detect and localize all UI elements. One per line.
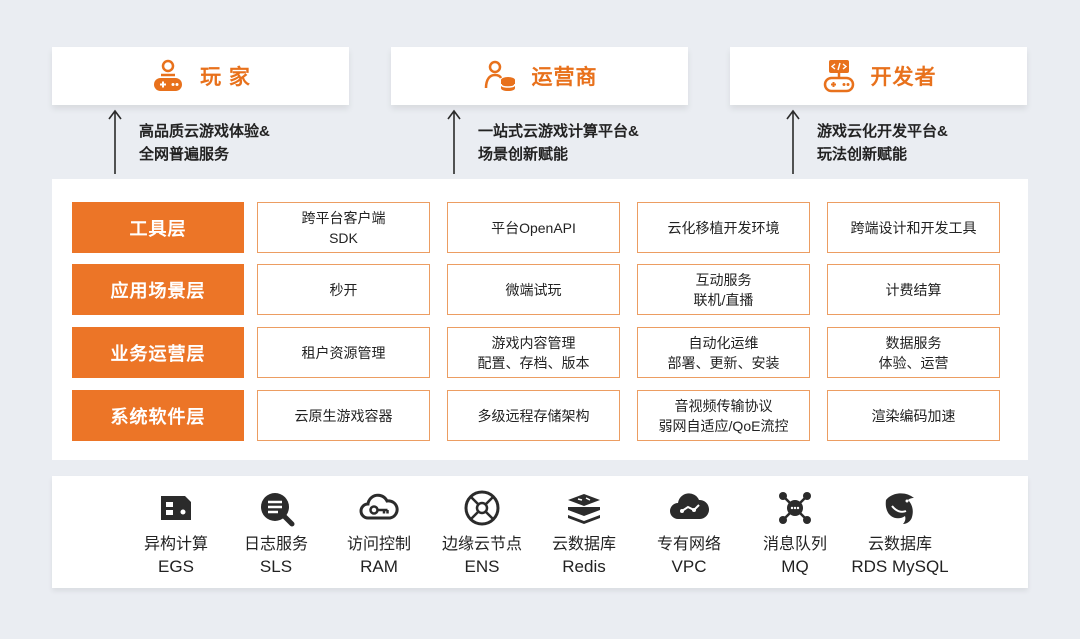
role-label: 开发者 [870,66,937,89]
role-label: 运营商 [531,66,598,89]
service-vpc: 专有网络 VPC [634,488,744,580]
egs-chip-icon [161,496,191,520]
layer-cell: 秒开 [257,264,430,315]
cell-line: SDK [329,229,358,246]
up-arrow-icon [447,109,461,174]
cell-line: 跨端设计和开发工具 [850,219,977,236]
layer-cell: 渲染编码加速 [827,390,1000,441]
layer-label-tools: 工具层 [72,202,244,253]
vpc-cloud-icon [670,493,709,519]
cell-line: 体验、运营 [878,354,949,371]
service-name: 专有网络 [656,536,721,553]
service-code: SLS [259,557,293,576]
cell-line: 弱网自适应/QoE流控 [658,417,789,434]
service-code: ENS [464,557,500,576]
layer-cell: 自动化运维 部署、更新、安装 [637,327,810,378]
service-ens: 边缘云节点 ENS [427,488,537,580]
cell-line: 计费结算 [885,281,942,298]
service-code: Redis [562,557,606,576]
role-description: 一站式云游戏计算平台& 场景创新赋能 [478,120,639,166]
service-ram: 访问控制 RAM [324,488,434,580]
sls-log-icon [261,493,295,527]
cell-line: 多级远程存储架构 [477,407,590,424]
up-arrow-icon [108,109,122,174]
service-name: 云数据库 [551,536,616,553]
ram-cloud-key-icon [359,493,399,520]
cell-line: 游戏内容管理 [491,334,576,351]
role-card-operator: 运营商 [391,47,688,105]
service-code: VPC [671,557,707,576]
cell-line: 互动服务 [695,271,752,288]
service-sls: 日志服务 SLS [221,488,331,580]
description-line: 全网普遍服务 [139,146,230,163]
cell-line: 自动化运维 [688,334,759,351]
cell-line: 云原生游戏容器 [294,407,393,424]
layer-label-scenarios: 应用场景层 [72,264,244,315]
service-code: RDS MySQL [851,557,949,576]
cell-line: 联机/直播 [693,291,754,308]
role-card-player: 玩 家 [52,47,349,105]
layer-cell: 云化移植开发环境 [637,202,810,253]
gamer-icon [154,59,183,91]
service-name: 消息队列 [762,536,827,553]
mysql-dolphin-icon [885,493,914,524]
cell-line: 平台OpenAPI [491,219,576,236]
role-card-developer: 开发者 [730,47,1027,105]
layer-cell: 云原生游戏容器 [257,390,430,441]
service-code: RAM [360,557,398,576]
layer-cell: 游戏内容管理 配置、存档、版本 [447,327,620,378]
layer-cell: 微端试玩 [447,264,620,315]
role-description: 高品质云游戏体验& 全网普遍服务 [139,120,270,166]
service-name: 云数据库 [867,536,932,553]
description-line: 一站式云游戏计算平台& [478,123,639,140]
layer-cell: 跨平台客户端 SDK [257,202,430,253]
layer-label-operations: 业务运营层 [72,327,244,378]
cell-line: 跨平台客户端 [301,209,386,226]
service-name: 边缘云节点 [441,536,522,553]
service-code: EGS [158,557,194,576]
up-arrow-icon [786,109,800,174]
cell-line: 云化移植开发环境 [667,219,780,236]
service-name: 异构计算 [143,536,208,553]
service-rds-mysql: 云数据库 RDS MySQL [845,488,955,580]
description-line: 游戏云化开发平台& [817,123,948,140]
layer-cell: 互动服务 联机/直播 [637,264,810,315]
mq-nodes-icon [779,492,811,524]
role-label: 玩 家 [200,66,251,89]
service-redis: 云数据库 Redis [529,488,639,580]
description-line: 高品质云游戏体验& [139,123,270,140]
cell-line: 微端试玩 [505,281,562,298]
layer-cell: 音视频传输协议 弱网自适应/QoE流控 [637,390,810,441]
layer-cell: 多级远程存储架构 [447,390,620,441]
service-code: MQ [781,557,809,576]
layer-label-system-software: 系统软件层 [72,390,244,441]
operator-icon [484,60,516,91]
cell-line: 音视频传输协议 [674,397,773,414]
service-mq: 消息队列 MQ [740,488,850,580]
cell-line: 数据服务 [885,334,942,351]
service-name: 日志服务 [243,536,308,553]
cell-line: 租户资源管理 [301,344,386,361]
cell-line: 配置、存档、版本 [477,354,590,371]
cell-line: 渲染编码加速 [871,407,956,424]
cell-line: 秒开 [329,281,358,298]
description-line: 玩法创新赋能 [817,146,908,163]
layer-cell: 跨端设计和开发工具 [827,202,1000,253]
service-egs: 异构计算 EGS [121,488,231,580]
ens-edge-node-icon [464,490,500,526]
service-name: 访问控制 [346,536,411,553]
description-line: 场景创新赋能 [478,146,569,163]
redis-icon [568,494,600,524]
layer-cell: 租户资源管理 [257,327,430,378]
role-description: 游戏云化开发平台& 玩法创新赋能 [817,120,948,166]
layer-cell: 计费结算 [827,264,1000,315]
layer-cell: 平台OpenAPI [447,202,620,253]
developer-icon [823,60,854,93]
layer-cell: 数据服务 体验、运营 [827,327,1000,378]
cell-line: 部署、更新、安装 [667,354,780,371]
